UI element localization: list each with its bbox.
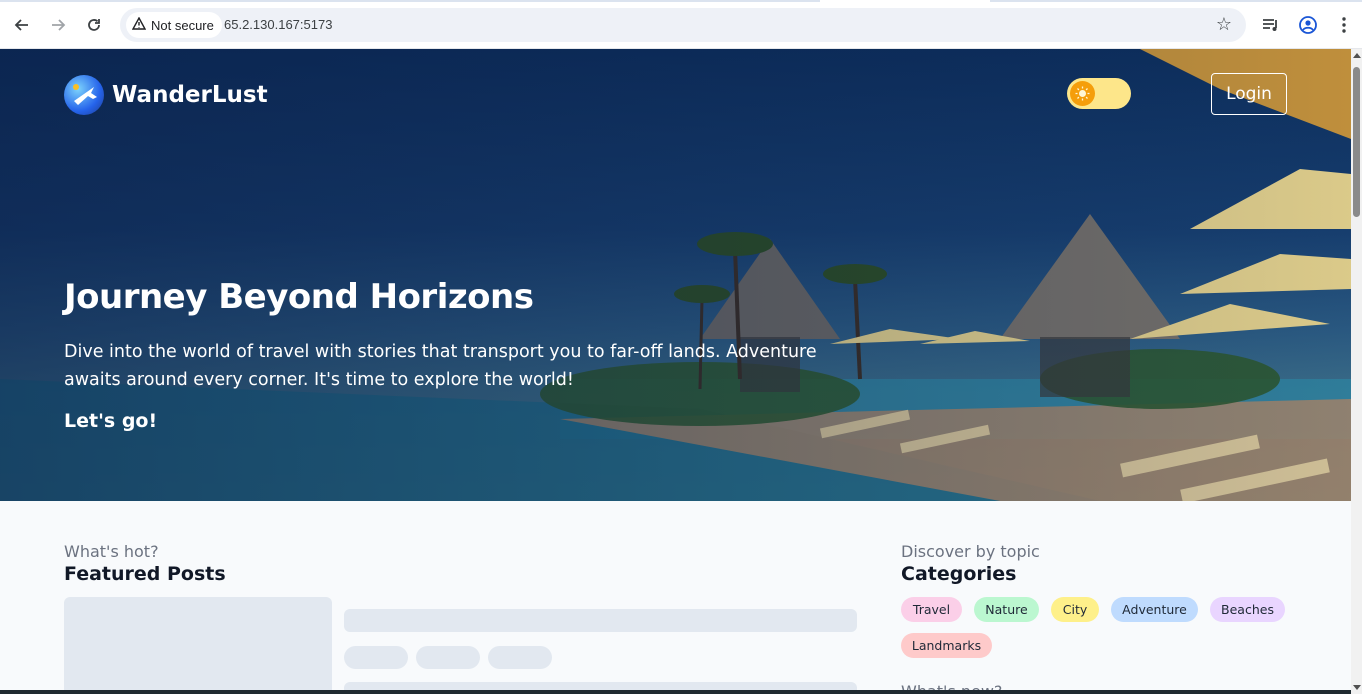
featured-eyebrow: What's hot? (64, 542, 159, 561)
globe-airplane-icon (64, 75, 104, 115)
reload-icon[interactable] (81, 12, 107, 38)
category-chip-adventure[interactable]: Adventure (1111, 597, 1198, 622)
media-controls-icon[interactable] (1259, 13, 1283, 37)
hero-subtitle: Dive into the world of travel with stori… (64, 342, 817, 390)
categories-title: Categories (901, 563, 1017, 585)
featured-post-tag-skeleton (488, 646, 552, 669)
featured-post-image-skeleton (64, 597, 332, 694)
featured-title: Featured Posts (64, 563, 226, 585)
featured-post-tag-skeleton (344, 646, 408, 669)
lets-go-link[interactable]: Let's go! (64, 410, 157, 432)
star-icon[interactable]: ☆ (1216, 14, 1232, 35)
hero-banner: WanderLust Login Journey Beyond Horizons… (0, 49, 1351, 501)
brand-logo[interactable]: WanderLust (64, 75, 268, 115)
hero-overlay (0, 49, 1351, 501)
brand-name: WanderLust (112, 82, 268, 108)
more-vert-icon[interactable] (1332, 13, 1356, 37)
category-chip-nature[interactable]: Nature (974, 597, 1039, 622)
back-arrow-icon[interactable] (9, 12, 35, 38)
security-chip[interactable]: Not secure (126, 12, 222, 38)
categories-eyebrow: Discover by topic (901, 542, 1040, 561)
featured-post-title-skeleton (344, 609, 857, 632)
featured-post-tag-skeleton (416, 646, 480, 669)
hero-title: Journey Beyond Horizons (64, 277, 534, 317)
category-chip-travel[interactable]: Travel (901, 597, 962, 622)
scroll-down-arrow-icon[interactable] (1353, 685, 1361, 690)
scroll-up-arrow-icon[interactable] (1353, 53, 1361, 58)
profile-icon[interactable] (1296, 13, 1320, 37)
theme-toggle[interactable] (1067, 78, 1131, 109)
tab-strip-gap (832, 0, 982, 2)
category-chip-landmarks[interactable]: Landmarks (901, 633, 992, 658)
category-chip-beaches[interactable]: Beaches (1210, 597, 1285, 622)
page-scrollbar[interactable] (1351, 49, 1362, 694)
login-button[interactable]: Login (1211, 73, 1287, 115)
security-label: Not secure (151, 17, 214, 33)
address-bar[interactable]: Not secure 65.2.130.167:5173 ☆ (120, 8, 1246, 42)
url-text[interactable]: 65.2.130.167:5173 (224, 17, 332, 32)
forward-arrow-icon[interactable] (45, 12, 71, 38)
tab-strip-edge (0, 0, 820, 2)
taskbar-edge (0, 690, 1351, 694)
category-chip-city[interactable]: City (1051, 597, 1099, 622)
tab-strip-edge-right (990, 0, 1362, 2)
scrollbar-thumb[interactable] (1353, 67, 1360, 217)
warning-icon (131, 16, 147, 33)
browser-toolbar: Not secure 65.2.130.167:5173 ☆ (0, 0, 1362, 49)
sun-icon (1070, 81, 1095, 106)
